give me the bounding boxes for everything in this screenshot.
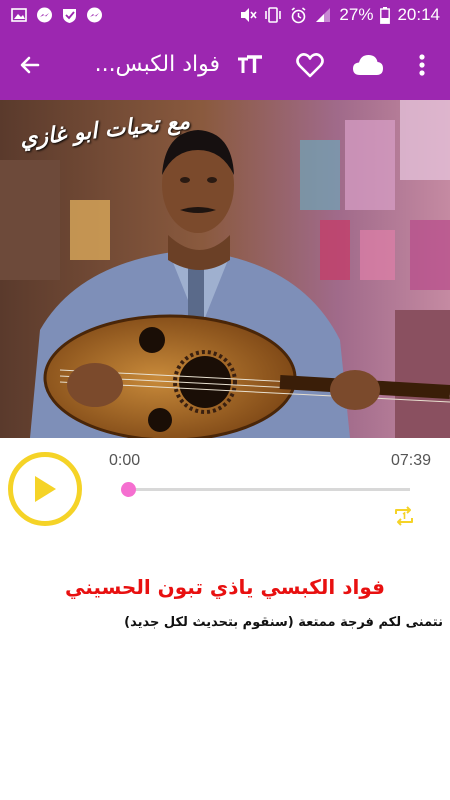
messenger-icon — [85, 6, 103, 24]
play-icon — [35, 476, 56, 502]
album-cover-image: مع تحيات ابو غازي — [0, 100, 450, 438]
text-size-icon — [238, 55, 262, 73]
seek-thumb[interactable] — [121, 482, 136, 497]
repeat-one-button[interactable] — [390, 502, 418, 530]
more-options-button[interactable] — [404, 47, 440, 83]
battery-level: 27% — [339, 5, 374, 24]
status-notifications — [10, 6, 103, 24]
gallery-icon — [10, 6, 28, 24]
signal-icon — [314, 6, 332, 24]
status-system: 27% 20:14 — [239, 5, 440, 25]
total-duration: 07:39 — [390, 452, 431, 469]
toolbar-title: فواد الكبس... — [94, 52, 220, 77]
song-description: نتمنى لكم فرجة ممتعة (سنقوم بتحديث لكل ج… — [124, 615, 443, 630]
audio-player: 0:00 07:39 — [0, 438, 450, 548]
alarm-icon — [289, 6, 307, 24]
download-cloud-button[interactable] — [350, 47, 386, 83]
vpn-shield-icon — [60, 6, 78, 24]
song-title: فواد الكبسي ياذي تبون الحسيني — [65, 575, 385, 599]
cloud-icon — [353, 55, 383, 75]
heart-icon — [296, 53, 324, 78]
oud-player-photo — [0, 100, 450, 438]
favorite-button[interactable] — [292, 47, 328, 83]
more-vert-icon — [419, 54, 425, 76]
back-button[interactable] — [12, 47, 48, 83]
battery-icon — [380, 6, 391, 24]
vibrate-icon — [264, 6, 282, 24]
back-arrow-icon — [20, 56, 40, 74]
app-toolbar: فواد الكبس... — [0, 30, 450, 100]
mute-icon — [239, 6, 258, 24]
text-size-button[interactable] — [232, 47, 268, 83]
seek-bar[interactable] — [121, 482, 410, 497]
messenger-icon — [35, 6, 53, 24]
elapsed-time: 0:00 — [109, 452, 141, 469]
clock: 20:14 — [397, 5, 440, 24]
play-button[interactable] — [8, 452, 82, 526]
repeat-one-icon — [395, 506, 413, 526]
status-bar: 27% 20:14 — [0, 0, 450, 30]
